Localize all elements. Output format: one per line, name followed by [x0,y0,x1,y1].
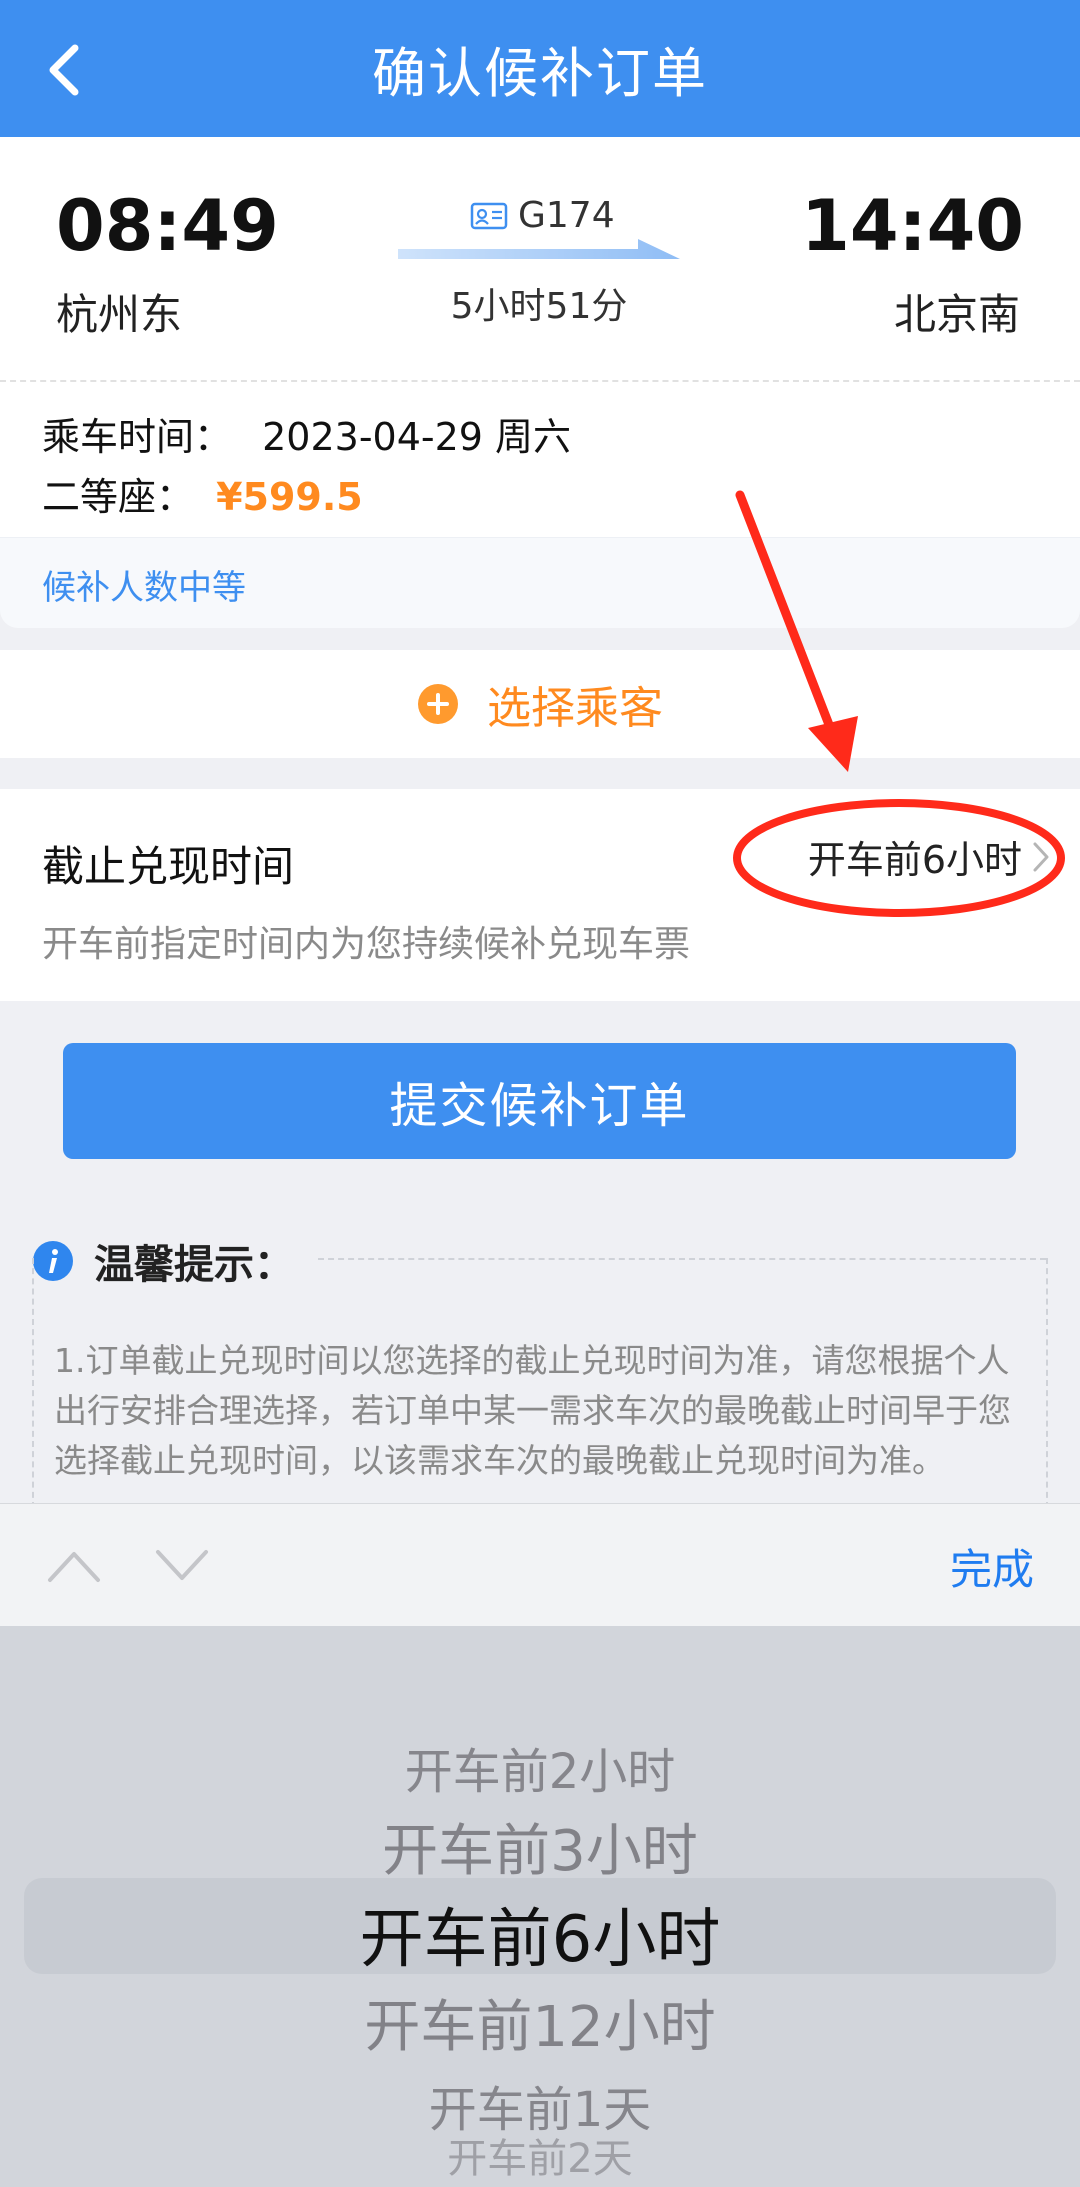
picker-option[interactable]: 开车前2天 [0,2126,1080,2184]
deadline-label: 截止兑现时间 [42,842,295,891]
trip-duration: 5小时51分 [450,286,628,327]
deadline-description: 开车前指定时间内为您持续候补兑现车票 [42,924,691,965]
ticket-info-panel: 乘车时间： 2023-04-29 周六 二等座： ¥599.5 [0,382,1080,537]
seat-row: 二等座： ¥599.5 [42,466,363,521]
picker-toolbar: 完成 [0,1503,1080,1627]
deadline-value: 开车前6小时 [807,838,1022,882]
chevron-right-icon [1033,842,1049,871]
route-arrow-icon [398,239,680,259]
picker-option[interactable]: 开车前12小时 [0,1982,1080,2063]
wait-status-box: 候补人数中等 [0,537,1080,628]
train-card: 08:49 杭州东 G174 5小时51分 14:40 北京南 [0,137,1080,382]
picker-option[interactable]: 开车前3小时 [0,1806,1080,1887]
deadline-panel: 截止兑现时间 开车前6小时 开车前指定时间内为您持续候补兑现车票 [0,789,1080,1001]
previous-field-button[interactable] [44,1544,104,1588]
ride-date-value: 2023-04-29 周六 [262,415,572,459]
submit-order-button[interactable]: 提交候补订单 [63,1043,1016,1159]
ride-date-row: 乘车时间： 2023-04-29 周六 [42,406,571,461]
deadline-picker-wheel[interactable]: 开车前2小时 开车前3小时 开车前6小时 开车前12小时 开车前1天 开车前2天 [0,1626,1080,2187]
select-passenger-label: 选择乘客 [487,683,663,734]
select-passenger-button[interactable]: 选择乘客 [0,650,1080,758]
chevron-left-icon [49,44,79,96]
arrival-time: 14:40 [801,185,1024,267]
train-number: G174 [518,195,615,236]
departure-station: 杭州东 [56,290,183,339]
tips-text: 1.订单截止兑现时间以您选择的截止兑现时间为准，请您根据个人出行安排合理选择，若… [54,1341,1011,1480]
deadline-selector[interactable]: 开车前6小时 [808,829,1050,884]
wait-status-text: 候补人数中等 [42,568,246,608]
chevron-up-icon [48,1552,100,1582]
back-button[interactable] [28,30,98,110]
done-button[interactable]: 完成 [950,1536,1034,1597]
departure-time: 08:49 [56,185,279,267]
add-circle-icon [418,684,458,724]
seat-price: ¥599.5 [216,475,363,519]
chevron-down-icon [156,1550,208,1580]
ride-date-label: 乘车时间： [42,415,233,459]
picker-option[interactable]: 开车前2小时 [0,1732,1080,1802]
seat-type-label: 二等座： [42,475,195,519]
picker-option-selected[interactable]: 开车前6小时 [0,1888,1080,1980]
next-field-button[interactable] [152,1544,212,1588]
id-card-icon [470,202,508,229]
header-bar [0,0,1080,137]
arrival-station: 北京南 [893,290,1020,339]
train-number-group: G174 [470,195,615,236]
